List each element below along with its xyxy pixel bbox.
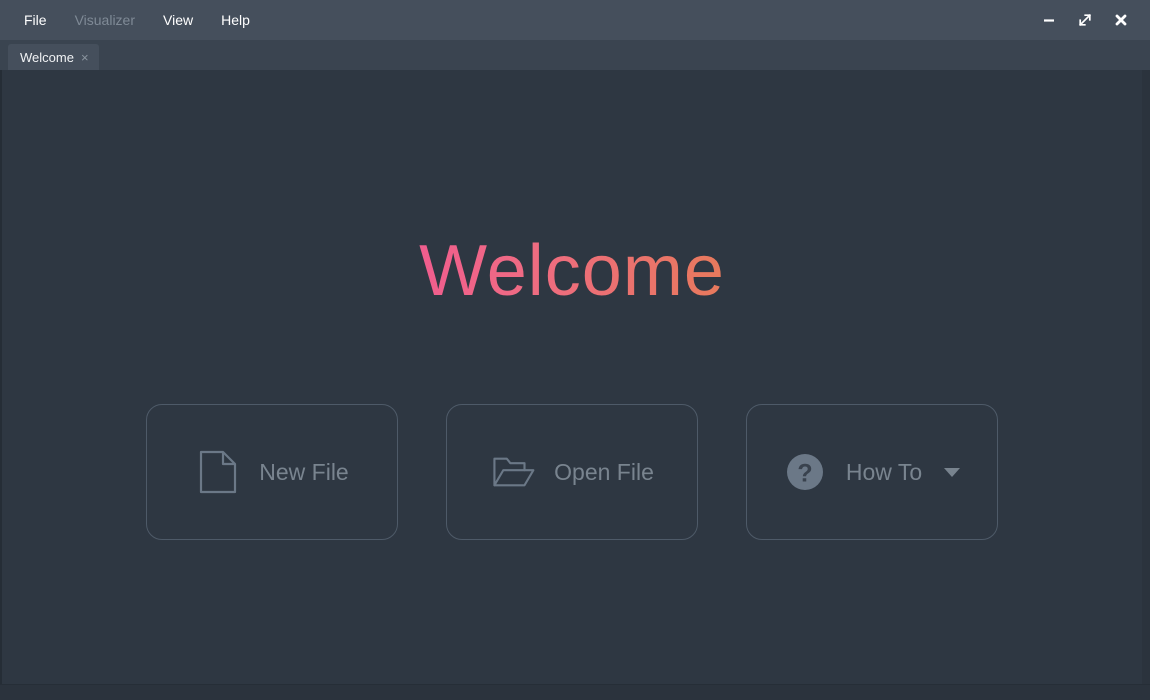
open-folder-icon: [490, 449, 536, 495]
page-title: Welcome: [419, 231, 725, 311]
action-card-row: New File Open File ? How To: [146, 404, 998, 540]
tab-label: Welcome: [20, 49, 74, 65]
open-file-card[interactable]: Open File: [446, 404, 698, 540]
maximize-icon: [1076, 11, 1094, 29]
menu-item-help[interactable]: Help: [209, 8, 262, 32]
status-bar: [0, 684, 1150, 700]
welcome-page: Welcome New File Open File ? How To: [0, 70, 1150, 684]
window-controls: [1032, 3, 1150, 37]
menu-bar: File Visualizer View Help: [0, 8, 262, 32]
minimize-icon: [1041, 12, 1057, 28]
chevron-down-icon[interactable]: [942, 462, 962, 482]
app-window: File Visualizer View Help Welcome × Welc…: [0, 0, 1150, 700]
menu-item-view[interactable]: View: [151, 8, 205, 32]
close-button[interactable]: [1104, 3, 1138, 37]
close-icon: [1112, 11, 1130, 29]
title-bar: File Visualizer View Help: [0, 0, 1150, 40]
svg-text:?: ?: [797, 460, 812, 488]
open-file-label: Open File: [554, 458, 654, 485]
how-to-card[interactable]: ? How To: [746, 404, 998, 540]
new-file-label: New File: [259, 458, 349, 485]
tab-welcome[interactable]: Welcome ×: [8, 44, 99, 70]
how-to-label: How To: [845, 458, 923, 485]
new-file-card[interactable]: New File: [146, 404, 398, 540]
menu-item-visualizer: Visualizer: [74, 12, 135, 28]
menu-item-file[interactable]: File: [12, 8, 59, 32]
tab-bar: Welcome ×: [0, 40, 1150, 70]
maximize-button[interactable]: [1068, 3, 1102, 37]
question-circle-icon: ?: [782, 449, 828, 495]
minimize-button[interactable]: [1032, 3, 1066, 37]
tab-close-icon[interactable]: ×: [81, 51, 89, 64]
document-icon: [195, 449, 241, 495]
